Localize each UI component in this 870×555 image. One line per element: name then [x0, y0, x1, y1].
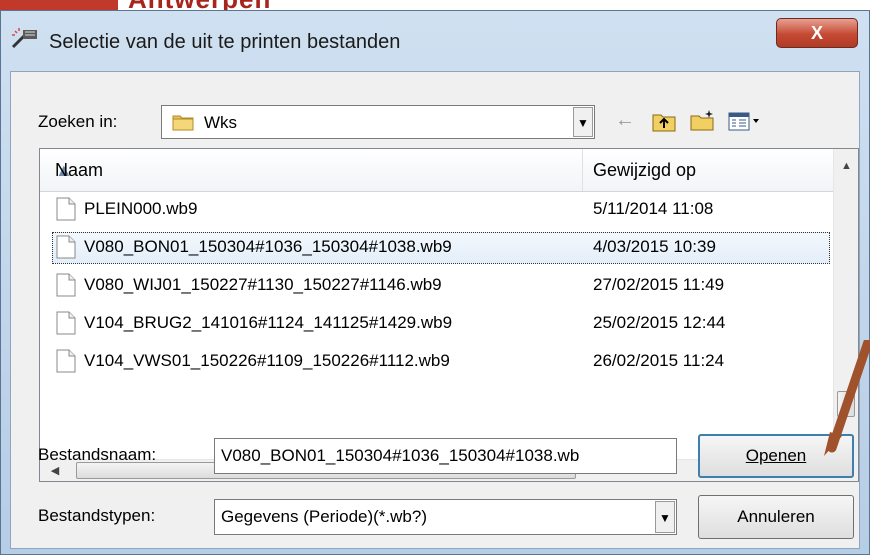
file-name: V080_BON01_150304#1036_150304#1038.wb9	[84, 237, 452, 256]
list-item[interactable]: V080_WIJ01_150227#1130_150227#1146.wb9 27…	[40, 267, 833, 305]
column-name-label: Naam	[55, 160, 104, 180]
column-header-date[interactable]: Gewijzigd op	[583, 149, 833, 191]
file-list[interactable]: ▲ Naam Gewijzigd op PLEIN000.wb9 5/11/201…	[39, 148, 859, 482]
list-item[interactable]: V104_VWS01_150226#1109_150226#1112.wb9 26…	[40, 343, 833, 381]
list-header: ▲ Naam Gewijzigd op	[40, 149, 833, 192]
file-date: 25/02/2015 12:44	[593, 313, 726, 332]
file-name: PLEIN000.wb9	[84, 199, 198, 218]
up-folder-icon[interactable]	[651, 110, 677, 134]
back-icon[interactable]: ←	[611, 108, 639, 132]
cancel-button[interactable]: Annuleren	[698, 495, 854, 539]
list-item[interactable]: V080_BON01_150304#1036_150304#1038.wb9 4/…	[40, 229, 833, 267]
column-header-name[interactable]: ▲ Naam	[40, 149, 583, 191]
lookin-dropdown-button[interactable]: ▼	[573, 107, 593, 137]
file-name: V080_WIJ01_150227#1130_150227#1146.wb9	[84, 275, 442, 294]
file-name: V104_VWS01_150226#1109_150226#1112.wb9	[84, 351, 450, 370]
view-menu-icon[interactable]	[727, 110, 767, 134]
filetype-dropdown-button[interactable]: ▼	[655, 501, 675, 533]
lookin-label: Zoeken in:	[38, 112, 118, 131]
dialog-title: Selectie van de uit te printen bestanden	[49, 31, 401, 53]
column-date-label: Gewijzigd op	[593, 160, 697, 180]
wand-icon	[11, 28, 37, 49]
filetype-select[interactable]: Gegevens (Periode)(*.wb?) ▼	[214, 499, 677, 535]
filetype-value: Gegevens (Periode)(*.wb?)	[221, 507, 427, 526]
dialog-titlebar[interactable]: Selectie van de uit te printen bestanden…	[1, 11, 869, 69]
file-date: 4/03/2015 10:39	[593, 237, 716, 256]
scroll-up-icon[interactable]: ▲	[834, 155, 858, 177]
lookin-value: Wks	[204, 113, 238, 132]
annotation-arrow-icon	[824, 340, 870, 456]
file-icon	[56, 311, 76, 335]
filetype-label: Bestandstypen:	[38, 506, 156, 525]
file-date: 5/11/2014 11:08	[593, 199, 714, 218]
new-folder-icon[interactable]	[689, 108, 717, 132]
file-name: V104_BRUG2_141016#1124_141125#1429.wb9	[84, 313, 453, 332]
list-item[interactable]: PLEIN000.wb9 5/11/2014 11:08	[40, 191, 833, 229]
file-icon	[56, 235, 76, 259]
lookin-combobox[interactable]: Wks ▼	[161, 105, 595, 139]
file-date: 26/02/2015 11:24	[593, 351, 725, 370]
file-open-dialog: Selectie van de uit te printen bestanden…	[0, 10, 870, 555]
file-icon	[56, 349, 76, 373]
file-icon	[56, 273, 76, 297]
filename-input[interactable]: V080_BON01_150304#1036_150304#1038.wb	[214, 438, 677, 474]
close-button[interactable]: X	[776, 18, 858, 48]
file-icon	[56, 197, 76, 221]
filename-label: Bestandsnaam:	[38, 445, 157, 464]
dialog-client-area: Zoeken in: Wks ▼ ← ▲ Naam Gewijzigd op P…	[10, 71, 860, 549]
list-item[interactable]: V104_BRUG2_141016#1124_141125#1429.wb9 25…	[40, 305, 833, 343]
folder-icon	[172, 115, 194, 131]
file-date: 27/02/2015 11:49	[593, 275, 725, 294]
